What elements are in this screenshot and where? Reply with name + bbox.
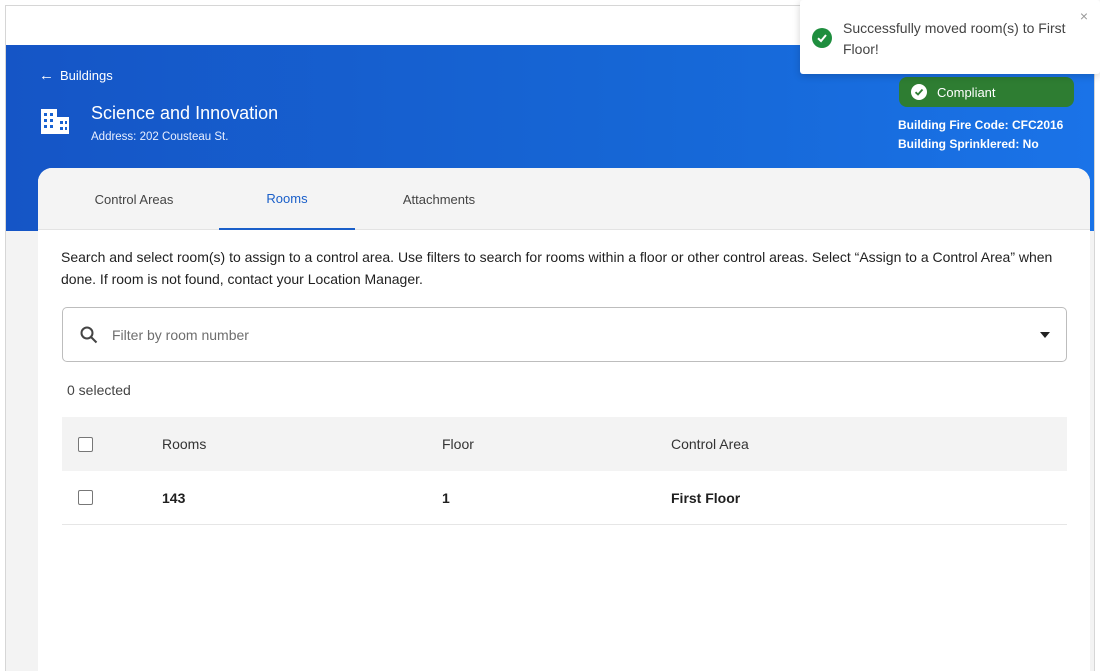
table-header: Rooms Floor Control Area [62,417,1067,471]
column-header-floor: Floor [442,436,474,452]
building-icon [41,109,69,134]
building-name: Science and Innovation [91,103,279,123]
room-filter[interactable] [62,307,1067,362]
rooms-table: Rooms Floor Control Area 143 1 First Flo… [62,417,1067,525]
column-header-rooms: Rooms [162,436,207,452]
search-input[interactable] [112,326,1012,343]
row-checkbox[interactable] [78,490,93,505]
instructions-text: Search and select room(s) to assign to a… [61,249,1053,287]
sprinklered-text: Building Sprinklered: No [898,137,1039,151]
floor-cell: 1 [442,489,450,506]
building-address: Address: 202 Cousteau St. [91,131,229,143]
success-toast: Successfully moved room(s) to First Floo… [800,0,1100,74]
check-circle-icon [812,28,832,48]
back-to-buildings-link[interactable]: ← Buildings [39,68,113,83]
chevron-down-icon[interactable] [1040,332,1050,338]
back-link-label: Buildings [60,68,113,83]
tab-rooms[interactable]: Rooms [219,168,355,230]
search-icon [80,326,98,343]
tab-control-areas[interactable]: Control Areas [84,168,184,230]
compliance-badge: Compliant [899,77,1074,107]
toast-message: Successfully moved room(s) to First Floo… [843,20,1066,57]
content-card: Control Areas Rooms Attachments Search a… [38,168,1090,671]
back-arrow-icon: ← [39,67,54,84]
selected-count: 0 selected [67,382,131,398]
app-window: ← Buildings Science and Innovation Addre… [5,5,1095,671]
column-header-control-area: Control Area [671,436,749,452]
compliance-badge-label: Compliant [937,84,996,100]
tab-attachments[interactable]: Attachments [394,168,484,230]
close-icon[interactable]: × [1080,8,1088,24]
select-all-checkbox[interactable] [78,436,93,452]
control-area-cell: First Floor [671,489,741,506]
table-row: 143 1 First Floor [62,471,1067,525]
fire-code-text: Building Fire Code: CFC2016 [898,118,1064,132]
tab-bar: Control Areas Rooms Attachments [38,168,1090,230]
check-circle-icon [911,84,927,100]
room-cell: 143 [162,489,186,506]
